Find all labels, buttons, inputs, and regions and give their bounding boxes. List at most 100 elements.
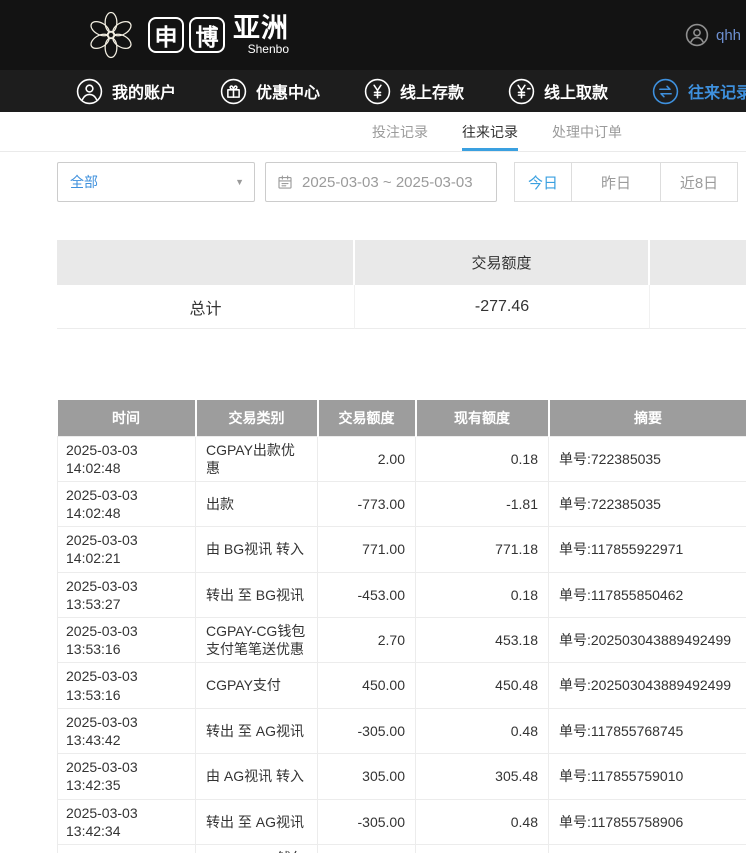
table-cell: 771.18 bbox=[416, 527, 549, 572]
table-cell: 由 AG视讯 转入 bbox=[196, 754, 318, 799]
table-cell: 450.48 bbox=[416, 663, 549, 708]
deposit-yen-icon bbox=[364, 78, 391, 105]
username-text: qhh bbox=[716, 27, 746, 44]
record-subtabs: 投注记录 往来记录 处理中订单 bbox=[0, 112, 746, 152]
nav-item-withdraw[interactable]: 线上取款 bbox=[508, 78, 608, 105]
table-cell: 单号:722385035 bbox=[549, 481, 746, 526]
table-cell: 单号:202503043889492499 bbox=[549, 663, 746, 708]
yesterday-button[interactable]: 昨日 bbox=[571, 162, 661, 202]
brand-flower-logo-icon bbox=[84, 8, 138, 62]
summary-total-row: 总计 -277.46 bbox=[57, 285, 746, 329]
table-row: 2025-03-03 13:53:27转出 至 BG视讯-453.000.18单… bbox=[58, 572, 746, 617]
nav-item-label: 往来记录 bbox=[688, 79, 746, 103]
table-row: 2025-03-03 13:42:34转出 至 AG视讯-305.000.48单… bbox=[58, 799, 746, 844]
table-cell: 单号:117855758906 bbox=[549, 799, 746, 844]
records-tbody: 2025-03-03 14:02:48CGPAY出款优惠2.000.18单号:7… bbox=[58, 436, 746, 853]
header-amount: 交易额度 bbox=[318, 400, 416, 436]
table-cell: 2025-03-03 13:53:16 bbox=[58, 618, 196, 663]
nav-item-transactions[interactable]: 往来记录 bbox=[652, 78, 746, 105]
table-row: 2025-03-03 14:02:21由 BG视讯 转入771.00771.18… bbox=[58, 527, 746, 572]
nav-item-deposit[interactable]: 线上存款 bbox=[364, 78, 464, 105]
nav-item-label: 优惠中心 bbox=[256, 79, 320, 103]
last-8-days-button[interactable]: 近8日 bbox=[660, 162, 738, 202]
table-cell: -305.00 bbox=[318, 708, 416, 753]
table-cell: 1.80 bbox=[318, 844, 416, 853]
records-header-row: 时间 交易类别 交易额度 现有额度 摘要 bbox=[58, 400, 746, 436]
table-cell: 单号:117855768745 bbox=[549, 708, 746, 753]
chevron-down-icon: ▼ bbox=[235, 163, 244, 201]
table-cell: 0.18 bbox=[416, 436, 549, 481]
summary-header-empty bbox=[57, 240, 355, 285]
quick-date-buttons: 今日 昨日 近8日 bbox=[514, 162, 738, 202]
brand-subtitle: Shenbo bbox=[233, 43, 289, 55]
table-cell: -453.00 bbox=[318, 572, 416, 617]
summary-total-value: -277.46 bbox=[355, 285, 650, 329]
table-row: 2025-03-03 13:53:16CGPAY-CG钱包支付笔笔送优惠2.70… bbox=[58, 618, 746, 663]
header-summary: 摘要 bbox=[549, 400, 746, 436]
table-cell: 305.48 bbox=[416, 754, 549, 799]
type-filter-select[interactable]: 全部 ▼ bbox=[57, 162, 255, 202]
table-row: 2025-03-03 13:42:19CGPAY-CG钱包支付笔笔送优惠1.80… bbox=[58, 844, 746, 853]
table-cell: 0.48 bbox=[416, 708, 549, 753]
tab-transaction-records[interactable]: 往来记录 bbox=[462, 112, 518, 151]
withdraw-yen-icon bbox=[508, 78, 535, 105]
table-cell: 单号:722385035 bbox=[549, 436, 746, 481]
table-cell: CGPAY-CG钱包支付笔笔送优惠 bbox=[196, 844, 318, 853]
table-cell: 0.18 bbox=[416, 572, 549, 617]
nav-item-promotions[interactable]: 优惠中心 bbox=[220, 78, 320, 105]
nav-item-label: 线上取款 bbox=[544, 79, 608, 103]
table-cell: 转出 至 AG视讯 bbox=[196, 799, 318, 844]
today-button[interactable]: 今日 bbox=[514, 162, 572, 202]
brand-char-box-2: 博 bbox=[189, 17, 225, 53]
table-row: 2025-03-03 13:42:35由 AG视讯 转入305.00305.48… bbox=[58, 754, 746, 799]
main-navigation: 我的账户 优惠中心 线上存款 线上取款 往来记录 bbox=[0, 70, 746, 112]
table-cell: 转出 至 AG视讯 bbox=[196, 708, 318, 753]
table-cell: 2025-03-03 14:02:21 bbox=[58, 527, 196, 572]
table-cell: 单号:117855922971 bbox=[549, 527, 746, 572]
calendar-icon bbox=[276, 173, 294, 191]
date-range-picker[interactable]: 2025-03-03 ~ 2025-03-03 bbox=[265, 162, 497, 202]
table-cell: CGPAY-CG钱包支付笔笔送优惠 bbox=[196, 618, 318, 663]
top-header: 申 博 亚洲 Shenbo qhh bbox=[0, 0, 746, 70]
table-cell: 453.18 bbox=[416, 618, 549, 663]
header-time: 时间 bbox=[58, 400, 196, 436]
summary-header-amount: 交易额度 bbox=[355, 240, 650, 285]
nav-item-label: 线上存款 bbox=[400, 79, 464, 103]
table-cell: 2025-03-03 13:53:16 bbox=[58, 663, 196, 708]
table-cell: 2.70 bbox=[318, 618, 416, 663]
account-icon bbox=[76, 78, 103, 105]
table-cell: 2025-03-03 13:53:27 bbox=[58, 572, 196, 617]
header-balance: 现有额度 bbox=[416, 400, 549, 436]
table-cell: 2025-03-03 13:42:35 bbox=[58, 754, 196, 799]
table-cell: 0.48 bbox=[416, 799, 549, 844]
table-cell: 2.00 bbox=[318, 436, 416, 481]
table-cell: 2025-03-03 14:02:48 bbox=[58, 436, 196, 481]
table-cell: -1.81 bbox=[416, 481, 549, 526]
table-cell: 转出 至 BG视讯 bbox=[196, 572, 318, 617]
summary-table: 交易额度 总计 -277.46 bbox=[57, 240, 746, 329]
table-cell: 2025-03-03 13:43:42 bbox=[58, 708, 196, 753]
table-row: 2025-03-03 13:43:42转出 至 AG视讯-305.000.48单… bbox=[58, 708, 746, 753]
summary-header-empty-2 bbox=[650, 240, 746, 285]
table-cell: -773.00 bbox=[318, 481, 416, 526]
brand-region: 亚洲 Shenbo bbox=[233, 15, 289, 55]
tab-processing-orders[interactable]: 处理中订单 bbox=[552, 112, 622, 151]
table-cell: 450.00 bbox=[318, 663, 416, 708]
brand-char-box-1: 申 bbox=[148, 17, 184, 53]
tab-bet-records[interactable]: 投注记录 bbox=[372, 112, 428, 151]
table-cell: 2025-03-03 13:42:34 bbox=[58, 799, 196, 844]
table-row: 2025-03-03 13:53:16CGPAY支付450.00450.48单号… bbox=[58, 663, 746, 708]
gift-icon bbox=[220, 78, 247, 105]
summary-total-label: 总计 bbox=[57, 285, 355, 329]
brand-region-text: 亚洲 bbox=[233, 15, 289, 42]
table-cell: 771.00 bbox=[318, 527, 416, 572]
table-cell: CGPAY支付 bbox=[196, 663, 318, 708]
summary-total-empty bbox=[650, 285, 746, 329]
summary-header-row: 交易额度 bbox=[57, 240, 746, 285]
nav-item-my-account[interactable]: 我的账户 bbox=[76, 78, 176, 105]
user-avatar-icon bbox=[685, 23, 709, 47]
table-cell: -305.00 bbox=[318, 799, 416, 844]
filter-bar: 全部 ▼ 2025-03-03 ~ 2025-03-03 今日 昨日 近8日 bbox=[57, 162, 746, 202]
user-account-area[interactable]: qhh bbox=[685, 0, 746, 70]
records-table: 时间 交易类别 交易额度 现有额度 摘要 2025-03-03 14:02:48… bbox=[57, 400, 746, 853]
